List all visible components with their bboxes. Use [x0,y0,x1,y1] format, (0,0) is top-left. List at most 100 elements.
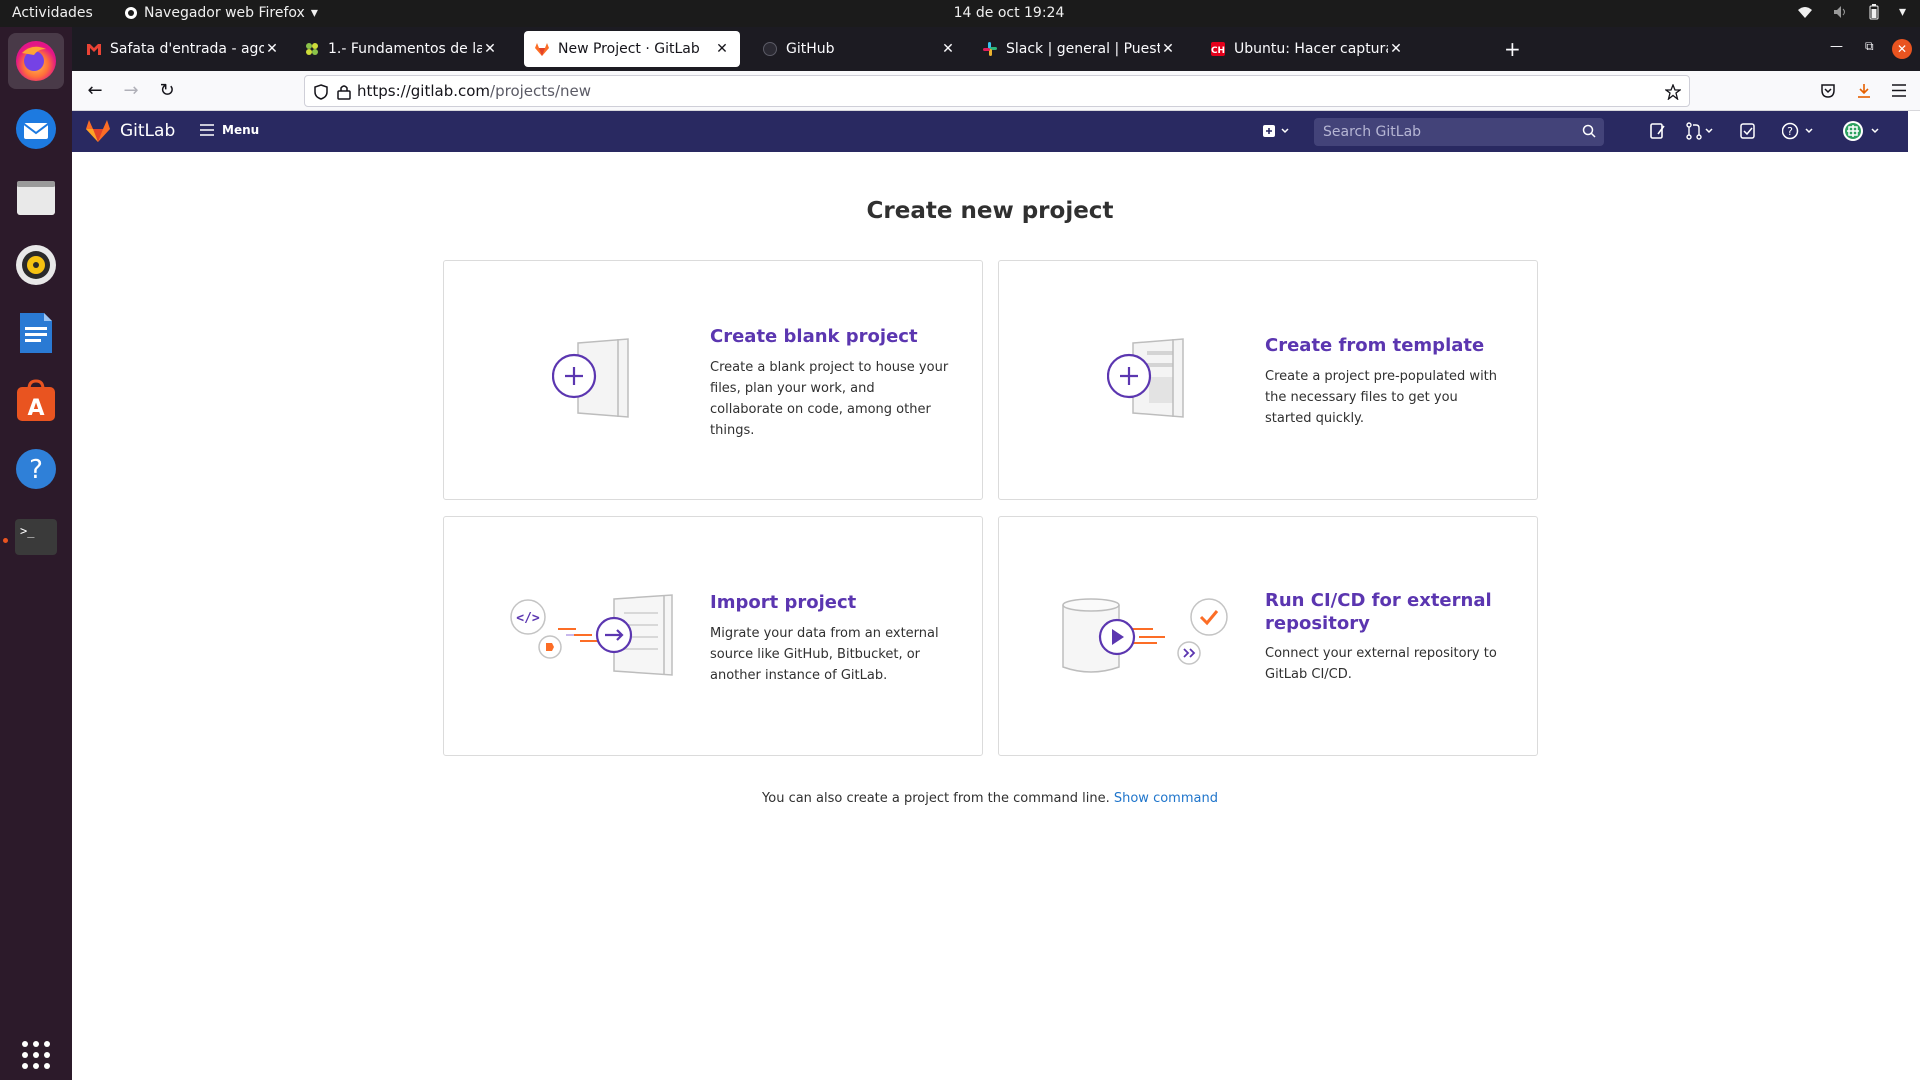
url-text[interactable]: https://gitlab.com/projects/new [357,82,591,100]
close-icon[interactable]: ✕ [1160,41,1176,57]
cicd-illustration-icon [1062,598,1228,673]
create-new-icon[interactable] [1262,122,1292,140]
folder-icon [17,181,55,215]
card-title[interactable]: Create blank project [710,325,918,348]
close-icon[interactable]: ✕ [482,41,498,57]
dock-files[interactable] [8,169,64,225]
gitlab-header: GitLab Menu Search GitLab ? [72,111,1908,152]
chevron-down-icon: ▾ [310,5,318,21]
browser-tab-strip: Safata d'entrada - agomil ✕ 1.- Fundamen… [72,27,1920,71]
template-illustration-icon [1107,338,1184,418]
show-command-link[interactable]: Show command [1114,791,1218,806]
card-title[interactable]: Create from template [1265,334,1484,357]
firefox-small-icon [125,7,137,19]
svg-text:CH: CH [1211,46,1225,56]
help-icon: ? [16,449,56,489]
command-line-hint: You can also create a project from the c… [72,791,1908,806]
window-close-button[interactable]: ✕ [1892,39,1912,59]
card-title[interactable]: Import project [710,591,856,614]
software-center-icon: A [17,379,55,421]
dock-terminal[interactable]: >_ [8,509,64,565]
tab-slack[interactable]: Slack | general | Puesta e ✕ [972,31,1186,67]
run-cicd-external-card[interactable]: Run CI/CD for external repository Connec… [998,516,1538,756]
volume-icon [1833,6,1845,18]
user-avatar-icon[interactable] [1842,120,1884,142]
tab-gmail[interactable]: Safata d'entrada - agomil ✕ [76,31,290,67]
tab-fundamentos[interactable]: 1.- Fundamentos de la pr ✕ [294,31,508,67]
app-grid-icon [22,1041,50,1069]
tab-title: Ubuntu: Hacer captura de [1234,41,1388,57]
card-description: Connect your external repository to GitL… [1265,646,1497,682]
app-menu[interactable]: Navegador web Firefox ▾ [124,5,318,21]
svg-text:?: ? [1787,125,1793,138]
shield-icon[interactable] [313,84,329,100]
restore-button[interactable]: ⧉ [1865,39,1874,54]
os-top-bar: Actividades Navegador web Firefox ▾ 14 d… [0,0,1920,27]
minimize-button[interactable]: — [1830,39,1843,54]
close-icon[interactable]: ✕ [940,41,956,57]
download-icon[interactable] [1856,83,1872,99]
gitlab-icon [534,41,550,57]
url-host: https://gitlab.com [357,82,491,100]
gitlab-brand: GitLab [120,121,176,141]
lock-icon[interactable] [337,84,351,100]
close-icon[interactable]: ✕ [1388,41,1404,57]
issues-icon[interactable] [1650,122,1666,140]
close-icon[interactable]: ✕ [264,41,280,57]
thunderbird-icon [16,109,56,149]
dock-rhythmbox[interactable] [8,237,64,293]
clock[interactable]: 14 de oct 19:24 [944,5,1074,21]
tab-title: Slack | general | Puesta e [1006,41,1160,57]
dock-firefox[interactable] [8,33,64,89]
url-bar[interactable]: https://gitlab.com/projects/new [304,75,1690,107]
speaker-icon [16,245,56,285]
card-title[interactable]: Run CI/CD for external repository [1265,589,1505,635]
bookmark-star-icon[interactable] [1665,84,1681,100]
pocket-icon[interactable] [1820,83,1836,99]
reload-icon[interactable]: ↻ [156,80,178,102]
dock-help[interactable]: ? [8,441,64,497]
tab-ubuntu-captura[interactable]: CH Ubuntu: Hacer captura de ✕ [1200,31,1414,67]
system-tray[interactable]: ▾ [1797,4,1906,20]
card-description: Create a project pre-populated with the … [1265,369,1498,426]
back-arrow-icon[interactable]: ← [84,80,106,102]
command-line-text: You can also create a project from the c… [762,791,1110,806]
app-menu-label: Navegador web Firefox [144,5,305,21]
hamburger-menu-icon[interactable] [1892,84,1906,97]
create-blank-project-card[interactable]: Create blank project Create a blank proj… [443,260,983,500]
help-circle-icon[interactable]: ? [1782,122,1816,140]
tab-title: 1.- Fundamentos de la pr [328,41,482,57]
dock-software[interactable]: A [8,373,64,429]
slack-icon [982,41,998,57]
show-applications-button[interactable] [8,1027,64,1080]
dock-writer[interactable] [8,305,64,361]
create-from-template-card[interactable]: Create from template Create a project pr… [998,260,1538,500]
activities-button[interactable]: Actividades [12,5,93,21]
close-icon[interactable]: ✕ [714,41,730,57]
gitlab-home-link[interactable]: GitLab [86,120,175,142]
tab-gitlab-new-project[interactable]: New Project · GitLab ✕ [524,31,740,67]
tab-github[interactable]: GitHub ✕ [752,31,966,67]
gitlab-menu-button[interactable]: Menu [200,123,259,137]
github-icon [762,41,778,57]
card-description: Create a blank project to house your fil… [710,360,949,438]
writer-icon [20,313,52,353]
search-placeholder: Search GitLab [1323,124,1422,140]
merge-requests-icon[interactable] [1686,122,1716,140]
todo-icon[interactable] [1740,122,1756,140]
gitlab-search-input[interactable]: Search GitLab [1314,118,1604,146]
browser-nav-bar: ← → ↻ https://gitlab.com/projects/new [72,71,1920,111]
page-title: Create new project [866,198,1114,224]
firefox-icon [16,41,56,81]
chevron-down-icon: ▾ [1898,4,1906,20]
battery-icon [1869,4,1879,20]
svg-text:</>: </> [516,611,540,626]
import-project-card[interactable]: </> Import project Migrate your data fro… [443,516,983,756]
terminal-icon: >_ [15,519,57,555]
doc-icon [304,41,320,57]
tab-title: Safata d'entrada - agomil [110,41,264,57]
dock-thunderbird[interactable] [8,101,64,157]
new-tab-button[interactable]: + [1504,37,1521,61]
forward-arrow-icon[interactable]: → [120,80,142,102]
tab-title: GitHub [786,41,835,57]
